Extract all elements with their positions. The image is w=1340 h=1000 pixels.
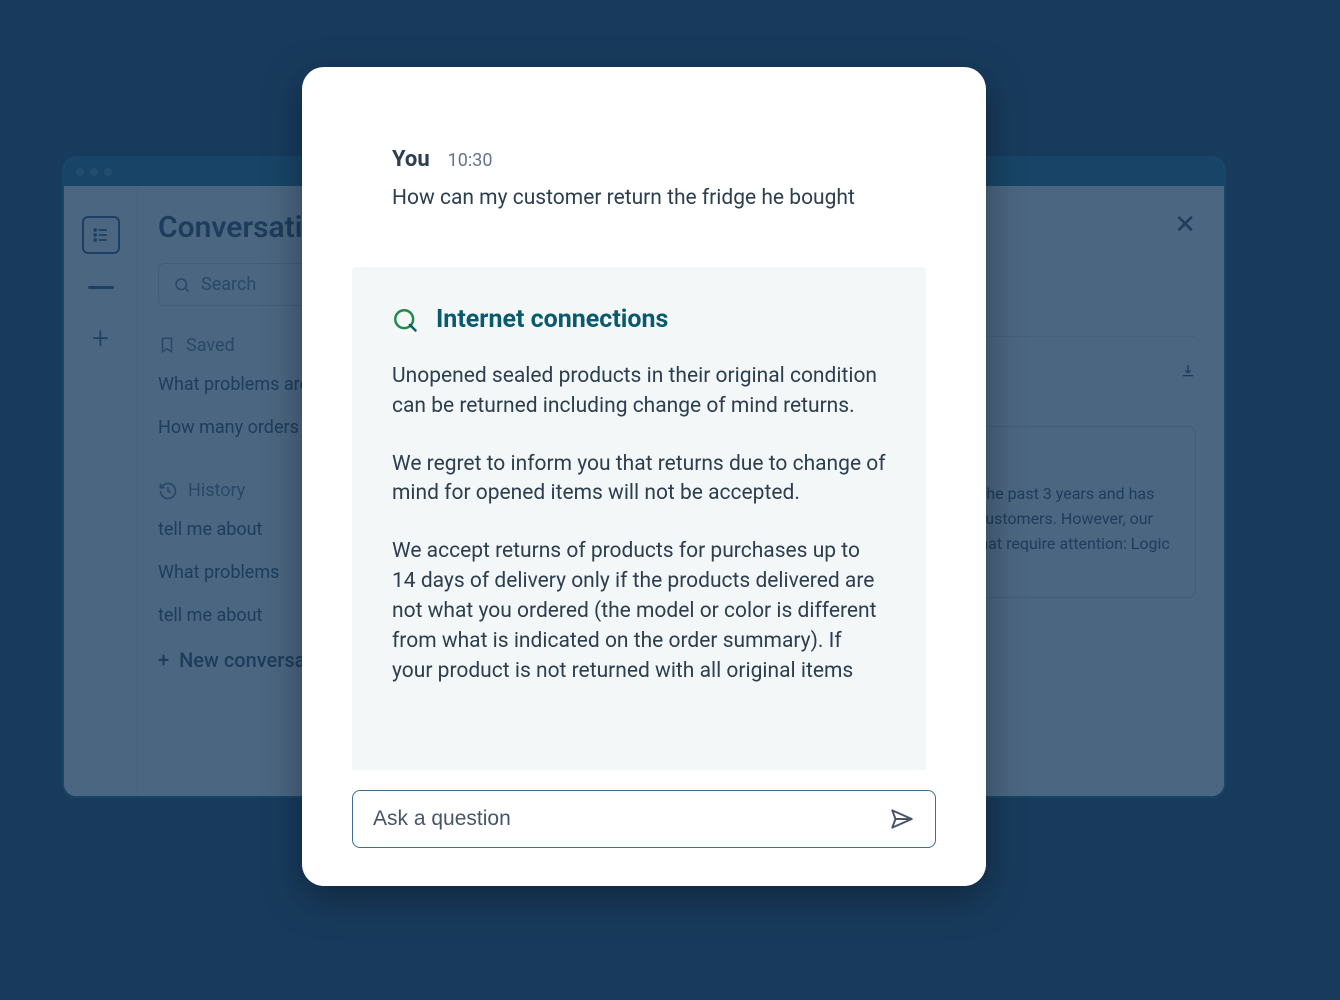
chat-content: You 10:30 How can my customer return the… bbox=[302, 67, 986, 770]
answer-block: Internet connections Unopened sealed pro… bbox=[352, 267, 926, 770]
message-time: 10:30 bbox=[448, 150, 493, 171]
answer-text: Unopened sealed products in their origin… bbox=[392, 362, 886, 686]
answer-header: Internet connections bbox=[392, 305, 886, 334]
chat-footer bbox=[302, 770, 986, 886]
answer-paragraph: We regret to inform you that returns due… bbox=[392, 450, 886, 510]
message-author: You bbox=[392, 147, 430, 172]
ask-input-row[interactable] bbox=[352, 790, 936, 848]
chat-modal: You 10:30 How can my customer return the… bbox=[302, 67, 986, 886]
answer-paragraph: Unopened sealed products in their origin… bbox=[392, 362, 886, 422]
message-header: You 10:30 bbox=[392, 147, 926, 172]
assistant-icon bbox=[392, 307, 418, 333]
message-body: How can my customer return the fridge he… bbox=[392, 184, 926, 212]
send-icon[interactable] bbox=[889, 806, 915, 832]
answer-title: Internet connections bbox=[436, 305, 668, 334]
answer-paragraph: We accept returns of products for purcha… bbox=[392, 537, 886, 686]
ask-input[interactable] bbox=[373, 807, 889, 831]
